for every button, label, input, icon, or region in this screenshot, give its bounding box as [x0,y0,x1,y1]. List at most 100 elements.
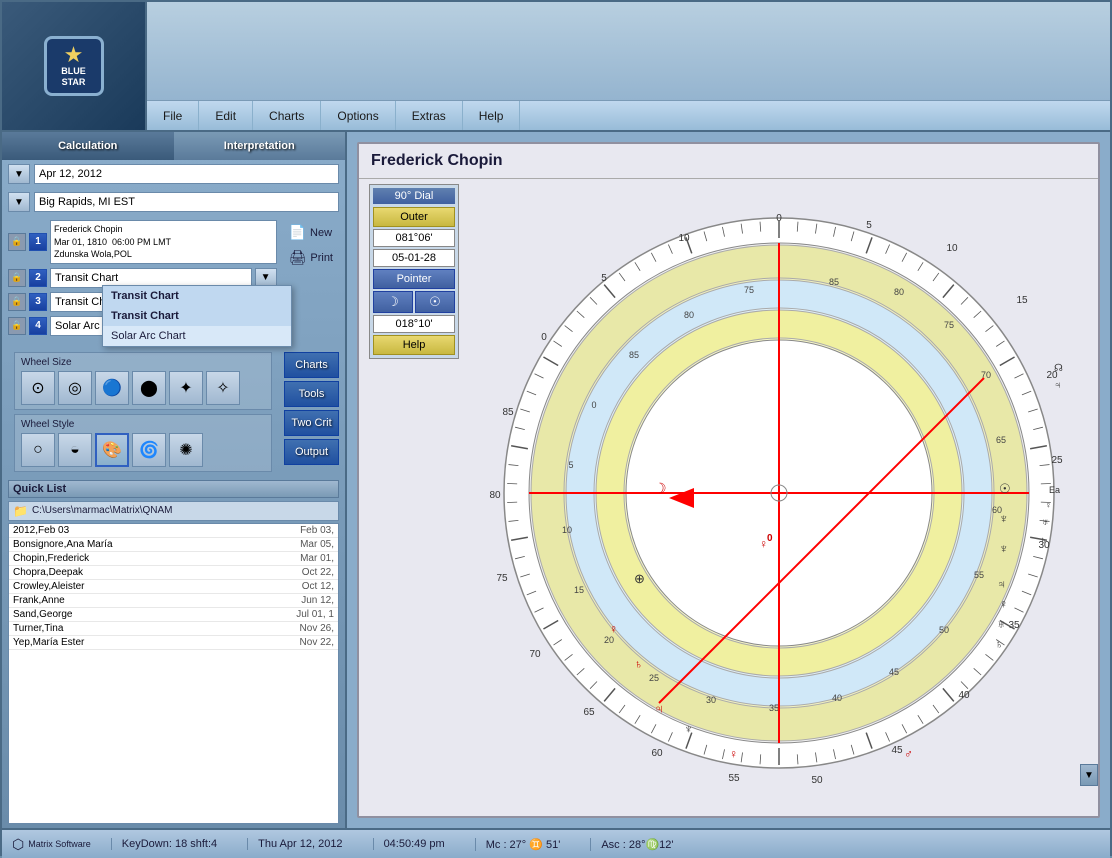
menu-edit[interactable]: Edit [199,101,253,130]
moon-button[interactable]: ☽ [373,291,413,313]
lock-btn-1[interactable]: 🔒 [8,233,26,251]
output-button[interactable]: Output [284,439,339,465]
wheel-size-5[interactable]: ✦ [169,371,203,405]
svg-text:♄: ♄ [995,639,1003,651]
menu-file[interactable]: File [147,101,199,130]
star-icon: ★ [64,44,84,66]
menu-charts[interactable]: Charts [253,101,321,130]
new-button[interactable]: 📄 New [283,222,339,243]
list-item[interactable]: Crowley,AleisterOct 12, [9,580,338,594]
quick-list-section: Quick List 📁 C:\Users\marmac\Matrix\QNAM… [8,480,339,824]
dial-value-1: 081°06' [373,229,455,247]
charts-button[interactable]: Charts [284,352,339,378]
svg-text:85: 85 [828,277,838,287]
list-item[interactable]: Yep,María EsterNov 22, [9,636,338,650]
svg-text:♂: ♂ [904,747,913,761]
wheel-style-4[interactable]: 🌀 [132,433,166,467]
status-mc: Mc : 27° ♊ 51' [475,838,571,851]
svg-text:30: 30 [705,695,715,705]
svg-text:20: 20 [603,635,613,645]
svg-text:85: 85 [628,350,638,360]
svg-text:⊕: ⊕ [634,571,645,586]
wheel-style-1[interactable]: ○ [21,433,55,467]
lock-btn-4[interactable]: 🔒 [8,317,26,335]
status-logo: ⬡ Matrix Software [12,836,91,853]
svg-text:55: 55 [728,773,740,783]
print-icon: 🖨 [289,249,307,266]
chart-window: Frederick Chopin 90° Dial Outer 081°06' … [357,142,1100,818]
wheel-size-4[interactable]: ⬤ [132,371,166,405]
wheel-size-6[interactable]: ✧ [206,371,240,405]
quick-list-items[interactable]: 2012,Feb 03Feb 03, Bonsignore,Ana MaríaM… [8,523,339,824]
dropdown-item-1[interactable]: Transit Chart [103,306,291,326]
menu-options[interactable]: Options [321,101,395,130]
svg-text:5: 5 [601,273,607,284]
wheel-row: Wheel Size ⊙ ◎ 🔵 ⬤ ✦ ✧ Wheel Style [2,348,345,476]
lock-btn-3[interactable]: 🔒 [8,293,26,311]
print-button[interactable]: 🖨 Print [283,247,339,268]
chart-name-1[interactable]: Frederick Chopin Mar 01, 1810 06:00 PM L… [50,220,277,264]
wheel-size-3[interactable]: 🔵 [95,371,129,405]
quick-list-path: 📁 C:\Users\marmac\Matrix\QNAM [8,501,339,521]
list-item[interactable]: Bonsignore,Ana MaríaMar 05, [9,538,338,552]
help-button[interactable]: Help [373,335,455,355]
wheel-style-3[interactable]: 🎨 [95,433,129,467]
svg-text:☊: ☊ [1054,363,1063,374]
two-crit-button[interactable]: Two Crit [284,410,339,436]
list-item[interactable]: Chopin,FrederickMar 01, [9,552,338,566]
lock-btn-2[interactable]: 🔒 [8,269,26,287]
svg-text:45: 45 [891,745,903,756]
chart-circle-area: 0 5 10 15 20 25 30 35 40 45 50 55 60 65 [469,179,1088,806]
svg-text:☽: ☽ [654,480,667,496]
svg-text:♃: ♃ [654,701,664,716]
wheel-style-2[interactable]: ◒ [58,433,92,467]
calc-interp-tabs: Calculation Interpretation [2,132,345,160]
dropdown-item-2[interactable]: Solar Arc Chart [103,326,291,346]
scroll-down-button[interactable]: ▼ [1080,764,1098,786]
menu-bar: File Edit Charts Options Extras Help [147,100,1110,130]
svg-text:40: 40 [831,693,841,703]
dropdown-menu: Transit Chart Transit Chart Solar Arc Ch… [102,285,292,347]
location-dropdown-arrow[interactable]: ▼ [8,192,30,212]
svg-text:80: 80 [893,287,903,297]
sun-button[interactable]: ☉ [415,291,455,313]
list-item[interactable]: Chopra,DeepakOct 22, [9,566,338,580]
menu-help[interactable]: Help [463,101,521,130]
svg-text:♅: ♅ [1042,517,1049,527]
svg-text:25: 25 [648,673,658,683]
date-input[interactable] [34,164,339,184]
app-frame: ★ BLUESTAR File Edit Charts Options Extr… [0,0,1112,856]
tab-calculation[interactable]: Calculation [2,132,174,160]
wheel-style-5[interactable]: ✺ [169,433,203,467]
list-item[interactable]: 2012,Feb 03Feb 03, [9,524,338,538]
chart-num-3: 3 [29,293,47,311]
tab-interpretation[interactable]: Interpretation [174,132,346,160]
wheel-size-1[interactable]: ⊙ [21,371,55,405]
logo-star: ★ BLUESTAR [44,36,104,96]
matrix-software-label: Matrix Software [28,839,91,850]
svg-text:♆: ♆ [999,511,1009,526]
outer-button[interactable]: Outer [373,207,455,227]
svg-text:75: 75 [496,573,508,584]
svg-text:75: 75 [743,285,753,295]
svg-text:80: 80 [489,490,501,501]
location-input[interactable] [34,192,339,212]
date-dropdown-arrow[interactable]: ▼ [8,164,30,184]
wheel-style-label: Wheel Style [21,419,265,430]
new-icon: 📄 [289,224,306,241]
dropdown-item-0[interactable]: Transit Chart [103,286,291,306]
list-item[interactable]: Frank,AnneJun 12, [9,594,338,608]
wheel-size-2[interactable]: ◎ [58,371,92,405]
matrix-logo-icon: ⬡ [12,836,24,853]
svg-text:65: 65 [583,707,595,718]
list-item[interactable]: Turner,TinaNov 26, [9,622,338,636]
svg-text:♄: ♄ [1040,535,1047,545]
quick-list-title: Quick List [8,480,339,498]
menu-extras[interactable]: Extras [396,101,463,130]
wheel-size-label: Wheel Size [21,357,265,368]
status-keydown: KeyDown: 18 shft:4 [111,838,227,850]
pointer-button[interactable]: Pointer [373,269,455,289]
tools-button[interactable]: Tools [284,381,339,407]
svg-text:40: 40 [958,690,970,701]
list-item[interactable]: Sand,GeorgeJul 01, 1 [9,608,338,622]
